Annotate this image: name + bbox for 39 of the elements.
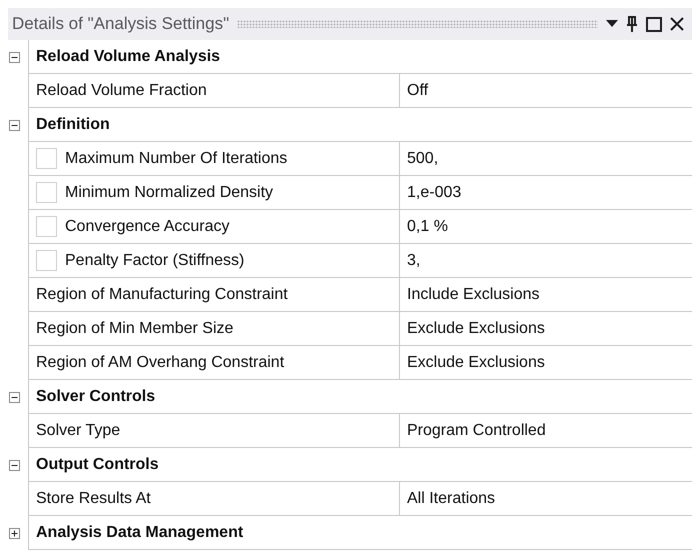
property-value[interactable]: 3, — [400, 244, 692, 278]
pin-icon[interactable] — [626, 16, 638, 32]
property-name: Penalty Factor (Stiffness) — [65, 250, 244, 270]
collapse-icon[interactable] — [8, 52, 20, 62]
maximize-icon[interactable] — [646, 16, 662, 32]
panel-title: Details of "Analysis Settings" — [12, 13, 230, 36]
group-header[interactable]: Reload Volume Analysis — [28, 40, 692, 74]
checkbox[interactable] — [36, 250, 57, 271]
group-header[interactable]: Definition — [28, 108, 692, 142]
checkbox[interactable] — [36, 216, 57, 237]
group-header[interactable]: Output Controls — [28, 448, 692, 482]
property-value[interactable]: Off — [400, 74, 692, 108]
collapse-icon[interactable] — [8, 392, 20, 402]
property-name: Region of AM Overhang Constraint — [36, 352, 284, 372]
dropdown-icon[interactable] — [606, 20, 618, 28]
property-value[interactable]: Exclude Exclusions — [400, 346, 692, 380]
group-header[interactable]: Solver Controls — [28, 380, 692, 414]
property-value[interactable]: All Iterations — [400, 482, 692, 516]
property-value[interactable]: 500, — [400, 142, 692, 176]
property-name: Store Results At — [36, 488, 151, 508]
property-name: Reload Volume Fraction — [36, 80, 207, 100]
property-value[interactable]: Program Controlled — [400, 414, 692, 448]
group-header[interactable]: Analysis Data Management — [28, 516, 692, 550]
property-name: Region of Min Member Size — [36, 318, 234, 338]
property-value[interactable]: Include Exclusions — [400, 278, 692, 312]
collapse-icon[interactable] — [8, 460, 20, 470]
property-name: Maximum Number Of Iterations — [65, 148, 288, 168]
property-name: Convergence Accuracy — [65, 216, 230, 236]
close-icon[interactable] — [670, 17, 684, 31]
checkbox[interactable] — [36, 182, 57, 203]
property-name: Minimum Normalized Density — [65, 182, 274, 202]
checkbox[interactable] — [36, 148, 57, 169]
property-value[interactable]: 1,e-003 — [400, 176, 692, 210]
collapse-icon[interactable] — [8, 120, 20, 130]
expand-icon[interactable] — [8, 528, 20, 538]
property-name: Solver Type — [36, 420, 120, 440]
property-name: Region of Manufacturing Constraint — [36, 284, 288, 304]
property-value[interactable]: 0,1 % — [400, 210, 692, 244]
property-value[interactable]: Exclude Exclusions — [400, 312, 692, 346]
